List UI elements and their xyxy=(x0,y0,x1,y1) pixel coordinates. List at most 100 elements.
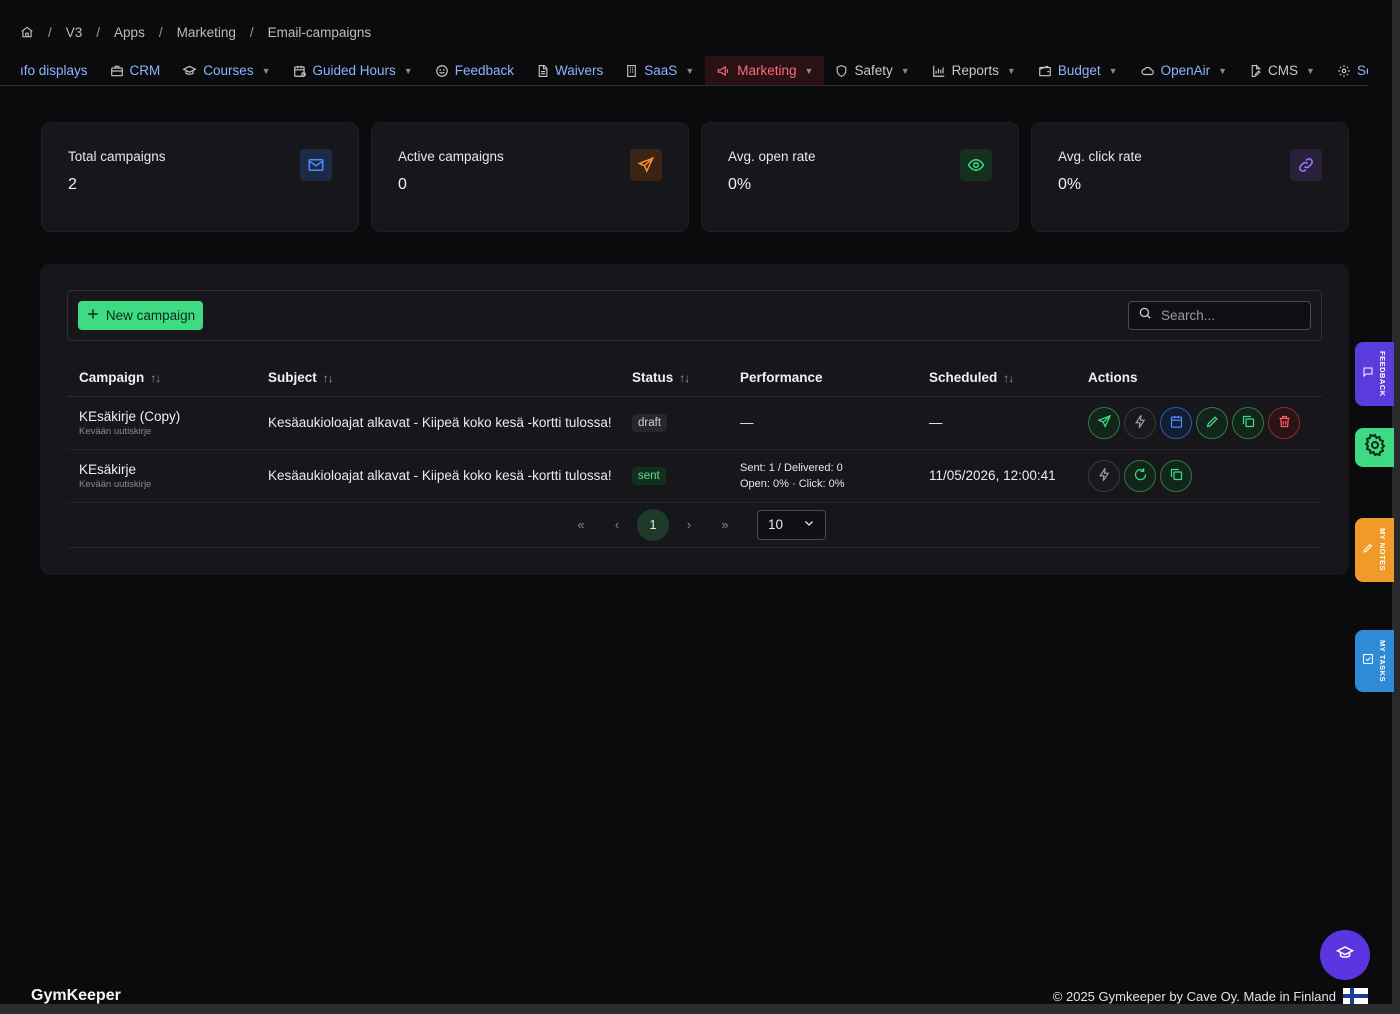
search-input[interactable] xyxy=(1161,308,1301,323)
nav-item-label: Feedback xyxy=(454,63,515,78)
sort-icon[interactable]: ↑↓ xyxy=(1003,371,1014,385)
stat-card-active-campaigns: Active campaigns 0 xyxy=(371,122,689,232)
performance-line: Sent: 1 / Delivered: 0 xyxy=(740,461,843,474)
nav-item-safety[interactable]: Safety ▼ xyxy=(824,56,920,85)
stat-card-avg-open-rate: Avg. open rate 0% xyxy=(701,122,1019,232)
header-scheduled[interactable]: Scheduled ↑↓ xyxy=(917,360,1076,397)
cell-campaign: KEsäkirje (Copy) Kevään uutiskirje xyxy=(67,396,256,450)
nav-item-waivers[interactable]: Waivers xyxy=(525,56,614,85)
help-fab-button[interactable] xyxy=(1320,930,1370,980)
chevron-down-icon: ▼ xyxy=(1108,65,1118,76)
page-size-select[interactable]: 10 xyxy=(757,509,826,540)
stat-value: 2 xyxy=(68,176,77,193)
nav-item-cms[interactable]: CMS ▼ xyxy=(1238,56,1326,85)
nav-item-label: Waivers xyxy=(555,63,604,78)
header-actions: Actions xyxy=(1076,360,1322,397)
performance-line: — xyxy=(740,414,754,430)
nav-item-openair[interactable]: OpenAir ▼ xyxy=(1129,56,1238,85)
nav-item-marketing[interactable]: Marketing ▼ xyxy=(705,56,825,85)
chevron-down-icon: ▼ xyxy=(1006,65,1016,76)
status-badge: draft xyxy=(632,413,668,432)
file-edit-icon xyxy=(1249,63,1262,78)
cell-actions xyxy=(1076,396,1322,450)
nav-item-label: CMS xyxy=(1268,63,1299,78)
chevron-down-icon: ▼ xyxy=(685,65,695,76)
new-campaign-button[interactable]: New campaign xyxy=(78,301,203,330)
pagination: « ‹ 1 › » 10 xyxy=(67,502,1322,548)
header-label: Scheduled xyxy=(929,370,998,386)
header-subject[interactable]: Subject ↑↓ xyxy=(256,360,620,397)
chevron-down-icon: ▼ xyxy=(261,65,271,76)
nav-item-crm[interactable]: CRM xyxy=(99,56,172,85)
new-campaign-label: New campaign xyxy=(105,308,196,323)
nav-item-guided-hours[interactable]: Guided Hours ▼ xyxy=(282,56,424,85)
chevron-down-icon: ▼ xyxy=(403,65,413,76)
my-tasks-tab-label: MY TASKS xyxy=(1378,639,1387,683)
nav-item-info-displays[interactable]: ıfo displays xyxy=(0,56,99,85)
lightning-icon xyxy=(1133,414,1148,432)
row-actions xyxy=(1088,406,1322,439)
my-notes-side-tab[interactable]: MY NOTES xyxy=(1355,518,1394,582)
stat-card-total-campaigns: Total campaigns 2 xyxy=(41,122,359,232)
sort-icon[interactable]: ↑↓ xyxy=(323,371,334,385)
gear-icon xyxy=(1363,433,1387,462)
table-row: KEsäkirje (Copy) Kevään uutiskirje Kesäa… xyxy=(67,396,1322,450)
nav-item-saas[interactable]: SaaS ▼ xyxy=(614,56,705,85)
schedule-button[interactable] xyxy=(1160,406,1192,439)
send-button[interactable] xyxy=(1088,406,1120,439)
sort-icon[interactable]: ↑↓ xyxy=(679,371,690,385)
breadcrumb-marketing[interactable]: Marketing xyxy=(177,25,236,40)
nav-item-budget[interactable]: Budget ▼ xyxy=(1027,56,1129,85)
search-box[interactable] xyxy=(1128,301,1311,330)
duplicate-button[interactable] xyxy=(1232,406,1264,439)
page-1-button[interactable]: 1 xyxy=(637,508,669,541)
nav-item-feedback[interactable]: Feedback xyxy=(424,56,525,85)
test-send-button[interactable] xyxy=(1088,459,1120,492)
nav-item-settings[interactable]: Settings xyxy=(1326,56,1368,85)
nav-item-courses[interactable]: Courses ▼ xyxy=(171,56,281,85)
test-send-button[interactable] xyxy=(1124,406,1156,439)
nav-item-reports[interactable]: Reports ▼ xyxy=(921,56,1027,85)
nav-item-label: Marketing xyxy=(737,63,797,78)
duplicate-button[interactable] xyxy=(1160,459,1192,492)
nav-item-label: Reports xyxy=(951,63,999,78)
mail-icon xyxy=(300,149,332,181)
campaign-name[interactable]: KEsäkirje (Copy) xyxy=(79,409,256,424)
nav-item-label: Courses xyxy=(203,63,254,78)
campaign-name[interactable]: KEsäkirje xyxy=(79,462,256,477)
feedback-side-tab[interactable]: FEEDBACK xyxy=(1355,342,1394,406)
prev-page-button[interactable]: ‹ xyxy=(599,517,635,532)
stat-value: 0% xyxy=(1058,176,1082,193)
header-status[interactable]: Status ↑↓ xyxy=(620,360,728,397)
header-campaign[interactable]: Campaign ↑↓ xyxy=(67,360,256,397)
last-page-button[interactable]: » xyxy=(707,517,743,532)
refresh-icon xyxy=(1133,467,1148,485)
plus-icon xyxy=(86,307,100,324)
footer-copyright: © 2025 Gymkeeper by Cave Oy. Made in Fin… xyxy=(1052,989,1336,1004)
cell-subject: Kesäaukioloajat alkavat - Kiipeä koko ke… xyxy=(256,396,620,450)
breadcrumb-separator: / xyxy=(48,24,52,40)
search-icon xyxy=(1138,306,1152,325)
breadcrumb-v3[interactable]: V3 xyxy=(66,25,83,40)
header-label: Campaign xyxy=(79,370,145,386)
chevron-down-icon xyxy=(803,517,815,532)
my-tasks-side-tab[interactable]: MY TASKS xyxy=(1355,630,1394,692)
home-icon[interactable] xyxy=(20,25,34,39)
delete-button[interactable] xyxy=(1268,406,1300,439)
sort-icon[interactable]: ↑↓ xyxy=(150,371,161,385)
cell-scheduled: 11/05/2026, 12:00:41 xyxy=(917,449,1076,503)
first-page-button[interactable]: « xyxy=(563,517,599,532)
stat-value: 0 xyxy=(398,176,407,193)
pencil-icon xyxy=(1362,541,1374,559)
nav-item-label: Settings xyxy=(1356,63,1368,78)
refresh-button[interactable] xyxy=(1124,459,1156,492)
megaphone-icon xyxy=(716,64,731,78)
breadcrumb-apps[interactable]: Apps xyxy=(114,25,145,40)
next-page-button[interactable]: › xyxy=(671,517,707,532)
cell-campaign: KEsäkirje Kevään uutiskirje xyxy=(67,449,256,503)
graduation-cap-icon xyxy=(1335,944,1355,967)
settings-side-tab[interactable] xyxy=(1355,428,1394,467)
stat-label: Avg. click rate xyxy=(1058,149,1142,164)
lightning-icon xyxy=(1097,467,1112,485)
edit-button[interactable] xyxy=(1196,406,1228,439)
